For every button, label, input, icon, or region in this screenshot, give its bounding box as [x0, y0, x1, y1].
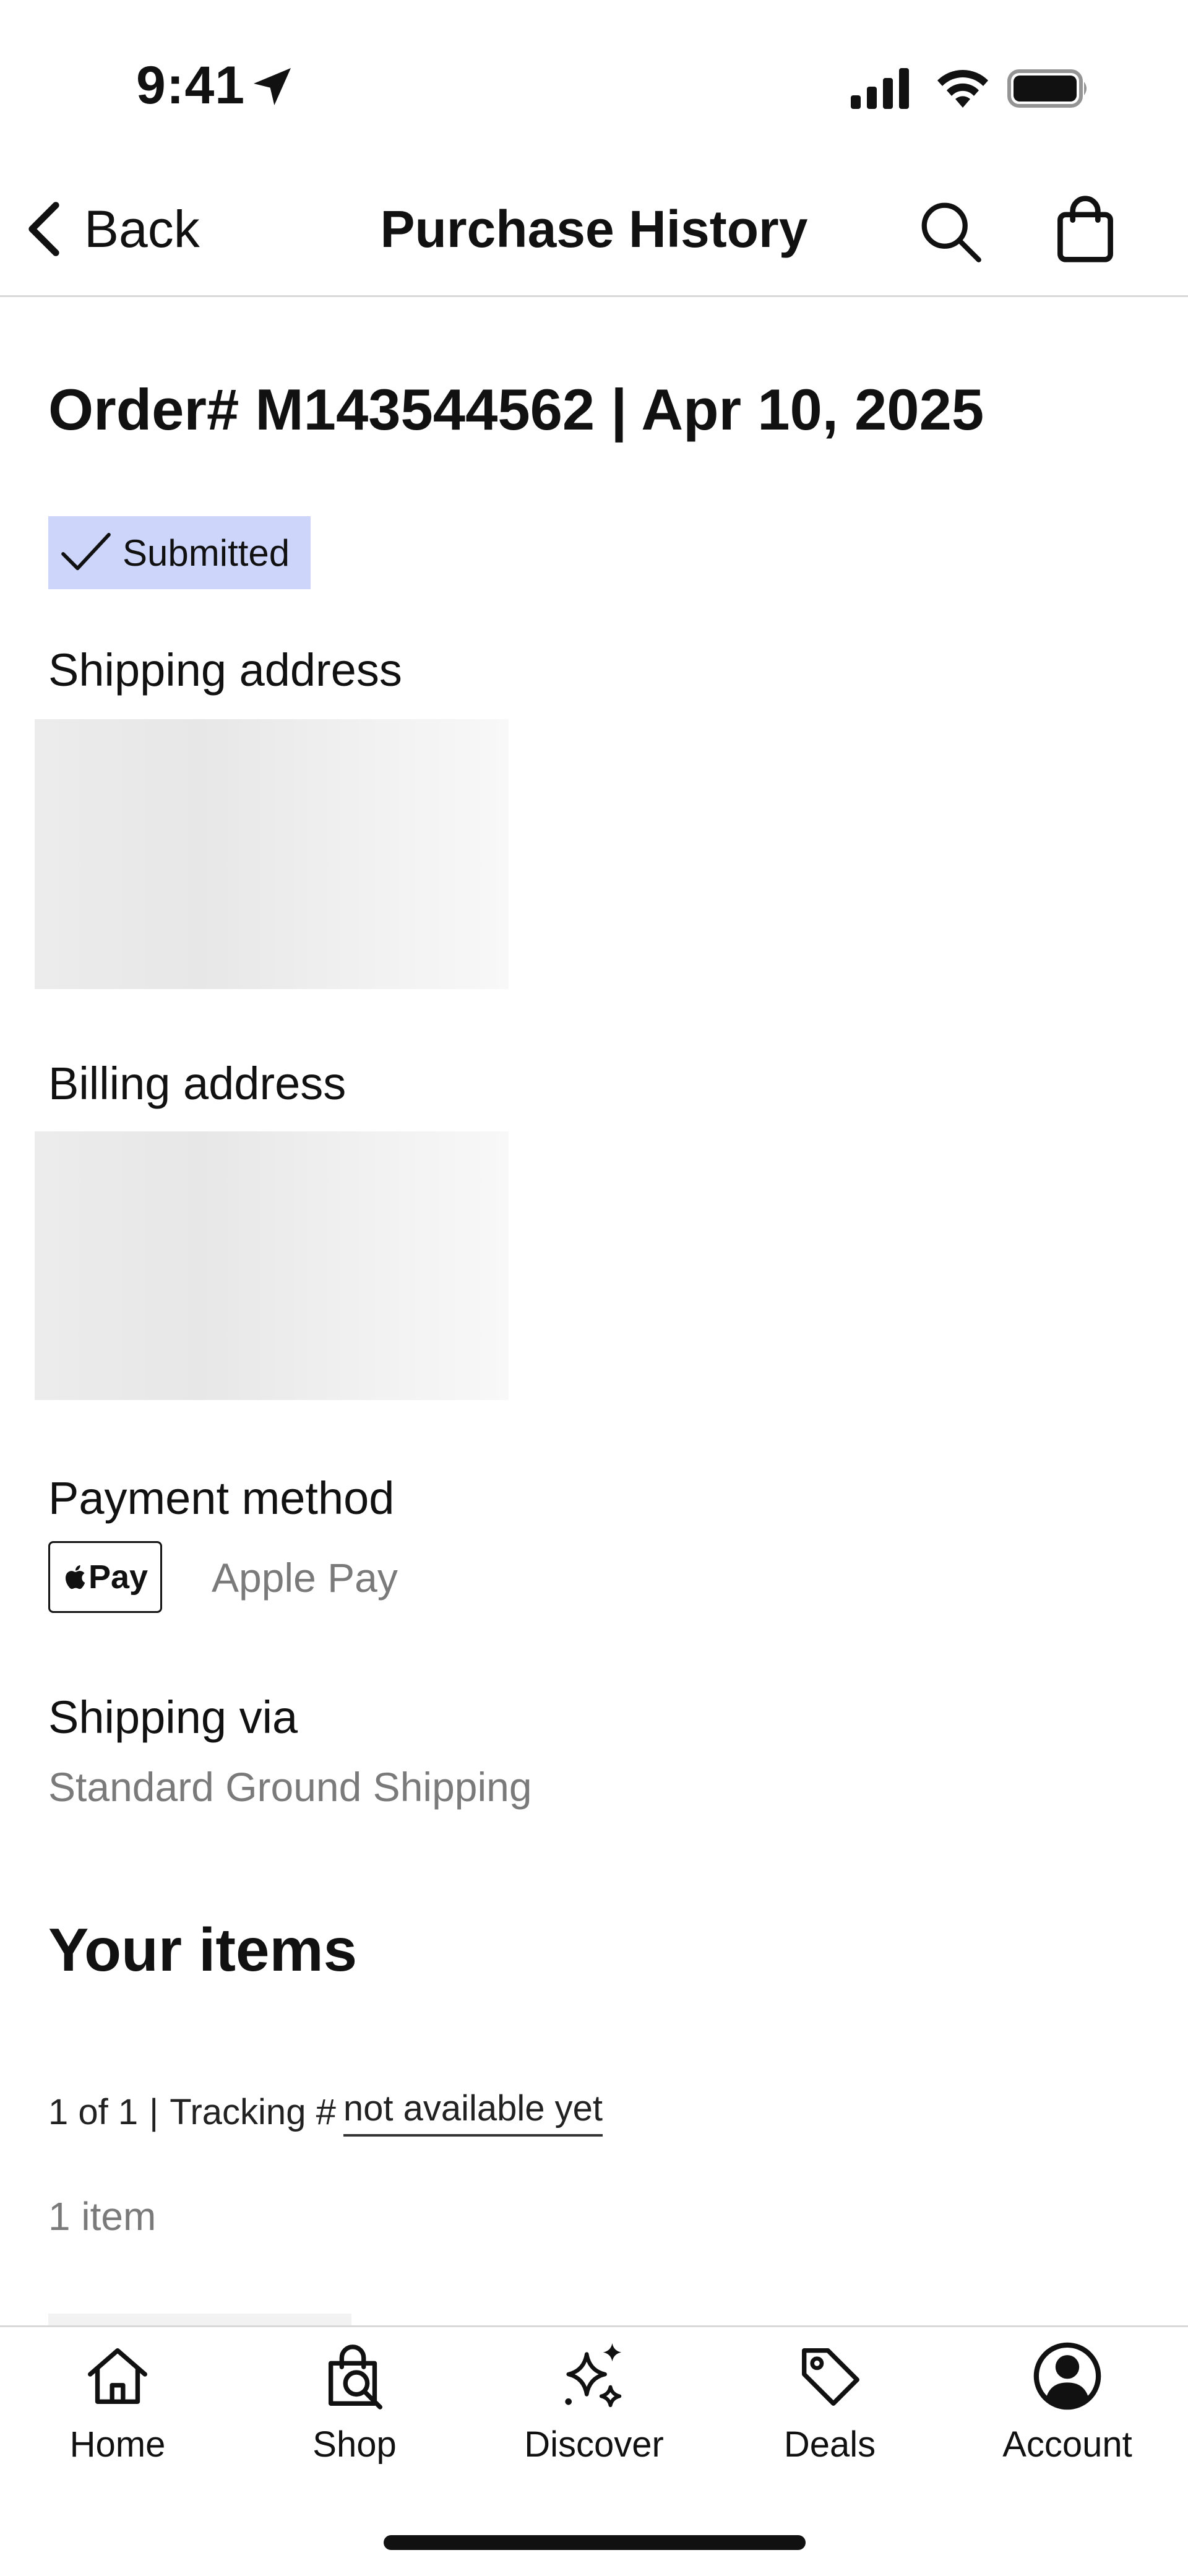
cellular-signal-icon — [851, 68, 909, 109]
search-icon[interactable] — [916, 197, 984, 265]
tracking-number-link[interactable]: not available yet — [343, 2088, 603, 2137]
tracking-row: 1 of 1 | Tracking # not available yet — [48, 2087, 603, 2137]
apple-pay-badge-text: Pay — [88, 1558, 148, 1596]
tab-account[interactable]: Account — [975, 2340, 1160, 2482]
shopping-bag-icon[interactable] — [1049, 193, 1121, 265]
tab-home[interactable]: Home — [25, 2340, 210, 2482]
shipping-via-label: Shipping via — [48, 1692, 298, 1743]
payment-method-label: Payment method — [48, 1472, 395, 1524]
tag-icon — [802, 2348, 859, 2406]
shipment-index: 1 of 1 — [48, 2091, 139, 2132]
tracking-label: Tracking # — [170, 2091, 336, 2132]
tab-discover-label: Discover — [524, 2424, 664, 2465]
shipping-via-value: Standard Ground Shipping — [48, 1764, 532, 1810]
item-count: 1 item — [48, 2194, 157, 2239]
sparkle-icon — [565, 2343, 622, 2408]
billing-address-label: Billing address — [48, 1058, 346, 1109]
location-arrow-icon — [254, 68, 291, 105]
billing-address-redacted — [35, 1131, 509, 1400]
shipping-address-label: Shipping address — [48, 644, 402, 696]
status-time: 9:41 — [136, 56, 246, 115]
shipping-address-redacted — [35, 719, 509, 989]
payment-method-value: Apple Pay — [212, 1555, 398, 1601]
item-image-placeholder — [48, 2314, 351, 2326]
tab-deals-label: Deals — [783, 2424, 876, 2465]
wifi-icon — [937, 70, 988, 108]
nav-divider — [0, 295, 1188, 297]
apple-logo-icon — [65, 1565, 85, 1589]
shop-icon — [328, 2345, 382, 2410]
checkmark-icon — [61, 532, 111, 571]
your-items-heading: Your items — [48, 1916, 358, 1984]
apple-pay-badge: Pay — [48, 1541, 162, 1613]
battery-icon — [1007, 69, 1087, 108]
tab-deals[interactable]: Deals — [737, 2340, 923, 2482]
tab-home-label: Home — [69, 2424, 166, 2465]
status-badge: Submitted — [48, 516, 311, 589]
order-header: Order# M143544562 | Apr 10, 2025 — [48, 377, 984, 442]
status-label: Submitted — [123, 532, 290, 574]
tab-discover[interactable]: Discover — [501, 2340, 687, 2482]
account-icon — [1033, 2342, 1101, 2410]
home-icon — [88, 2348, 147, 2404]
tab-shop[interactable]: Shop — [262, 2340, 447, 2482]
tracking-separator: | — [149, 2091, 159, 2132]
page-title: Purchase History — [380, 200, 808, 258]
tab-account-label: Account — [1002, 2424, 1132, 2465]
tab-shop-label: Shop — [312, 2424, 397, 2465]
home-indicator — [384, 2535, 806, 2550]
